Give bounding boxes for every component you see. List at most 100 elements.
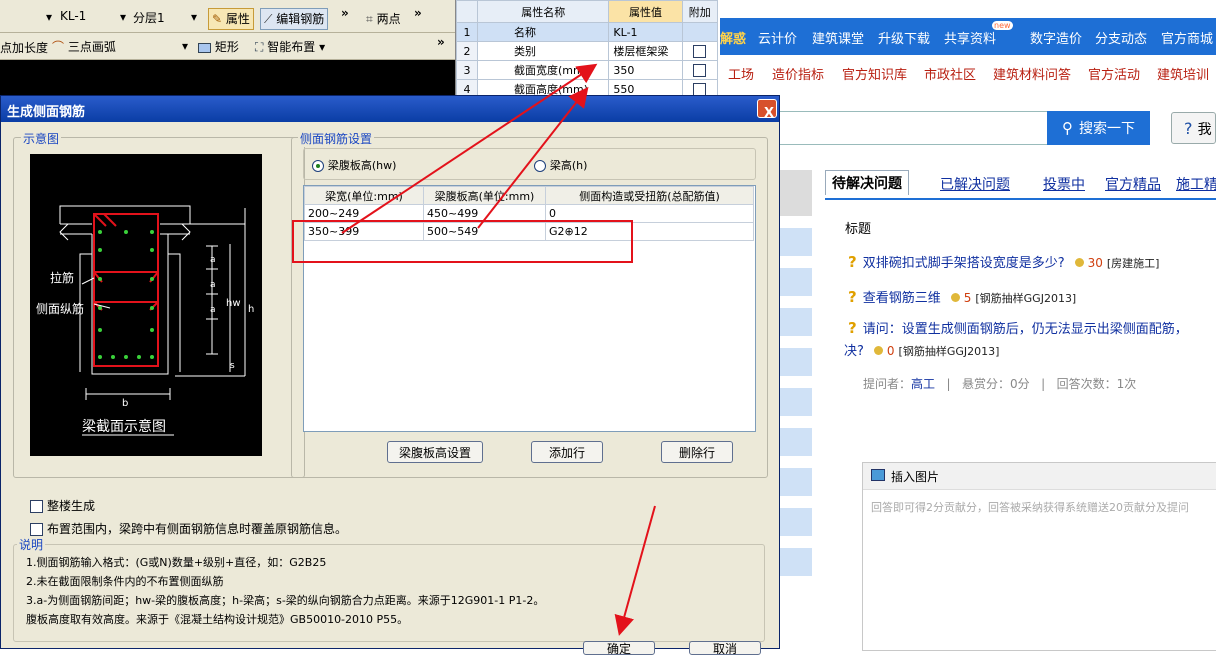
cancel-button[interactable]: 取消 bbox=[689, 641, 761, 655]
sub-nav-link[interactable]: 工场 bbox=[728, 64, 754, 83]
three-point-arc-button[interactable]: ⌒ 三点画弧 bbox=[52, 38, 116, 55]
element-select[interactable]: KL-1 bbox=[60, 9, 86, 23]
property-table: 属性名称 属性值 附加 1 名称 KL-1 2 类别 楼层框架梁 3 截面宽度(… bbox=[455, 0, 721, 100]
more-tools-button-3[interactable]: » bbox=[437, 35, 445, 49]
insert-image-button[interactable]: 插入图片 bbox=[891, 468, 939, 485]
note-line: 1.侧面钢筋输入格式：(G或N)数量+级别+直径，如：G2B25 bbox=[26, 556, 327, 569]
close-button[interactable]: X bbox=[757, 99, 777, 121]
bulb-icon: ? bbox=[848, 288, 857, 306]
tab-official[interactable]: 官方精品 bbox=[1105, 174, 1161, 194]
checkbox-box[interactable] bbox=[30, 500, 43, 513]
table-row[interactable]: 3 截面宽度(mm) 350 bbox=[456, 60, 719, 80]
nav-link[interactable]: 官方商城 bbox=[1161, 28, 1213, 47]
web-height-settings-button[interactable]: 梁腹板高设置 bbox=[387, 441, 483, 463]
ok-button[interactable]: 确定 bbox=[583, 641, 655, 655]
side-block bbox=[780, 388, 812, 416]
notes-group: 1.侧面钢筋输入格式：(G或N)数量+级别+直径，如：G2B25 2.未在截面限… bbox=[13, 544, 765, 642]
toolbar-row-1: ▾ KL-1 ▾ 分层1 ▾ ✎ 属性 ⟋ 编辑钢筋 » ⌗ 两点 » bbox=[0, 0, 455, 33]
sub-nav-link[interactable]: 市政社区 bbox=[924, 64, 976, 83]
dropdown-arrow-icon: ▾ bbox=[46, 10, 53, 24]
ask-button[interactable]: ? 我 bbox=[1171, 112, 1216, 144]
note-line: 2.未在截面限制条件内的不布置侧面纵筋 bbox=[26, 575, 224, 588]
sub-nav-link[interactable]: 建筑材料问答 bbox=[993, 64, 1071, 83]
side-rebar-label: 侧面纵筋 bbox=[36, 301, 84, 316]
answer-box[interactable]: 插入图片 回答即可得2分贡献分，回答被采纳获得系统赠送20贡献分及提问 bbox=[862, 462, 1216, 651]
column-header: 属性值 bbox=[608, 0, 683, 23]
search-input[interactable] bbox=[776, 111, 1047, 145]
question-item[interactable]: ? 请问：设置生成侧面钢筋后，仍无法显示出梁侧面配筋， bbox=[848, 318, 1188, 337]
coin-icon bbox=[1074, 258, 1084, 267]
sub-nav-link[interactable]: 造价指标 bbox=[772, 64, 824, 83]
sub-nav-link[interactable]: 官方活动 bbox=[1088, 64, 1140, 83]
column-header: 梁宽(单位:mm) bbox=[304, 186, 424, 205]
sub-nav-link[interactable]: 官方知识库 bbox=[842, 64, 907, 83]
delete-row-button[interactable]: 删除行 bbox=[661, 441, 733, 463]
column-header: 梁腹板高(单位:mm) bbox=[423, 186, 546, 205]
add-length-button[interactable]: 点加长度 bbox=[0, 39, 48, 56]
table-row[interactable]: 2 类别 楼层框架梁 bbox=[456, 41, 719, 61]
tab-solved[interactable]: 已解决问题 bbox=[940, 174, 1010, 194]
beam-section-diagram: 拉筋 侧面纵筋 a a a s hw h b 梁截面示意图 bbox=[30, 154, 262, 456]
nav-link[interactable]: 分支动态 bbox=[1095, 28, 1147, 47]
height-mode-radio-group: 梁腹板高(hw) 梁高(h) bbox=[303, 148, 756, 180]
attach-checkbox[interactable] bbox=[693, 44, 707, 58]
nav-link[interactable]: 云计价 bbox=[758, 28, 797, 47]
tie-label: 拉筋 bbox=[50, 270, 74, 285]
dialog-title-bar[interactable]: 生成侧面钢筋 X bbox=[1, 96, 779, 122]
nav-link[interactable]: 数字造价 bbox=[1030, 28, 1082, 47]
sub-nav-link[interactable]: 建筑培训 bbox=[1157, 64, 1209, 83]
property-icon: ✎ bbox=[212, 12, 223, 26]
search-icon: ⚲ bbox=[1062, 119, 1073, 137]
question-item[interactable]: ? 双排碗扣式脚手架搭设宽度是多少? 30 [房建施工] bbox=[848, 252, 1159, 271]
question-item-cont[interactable]: 决? 0 [钢筋抽样GGJ2013] bbox=[844, 340, 999, 359]
side-block bbox=[780, 428, 812, 456]
notes-label: 说明 bbox=[17, 536, 46, 553]
answer-toolbar: 插入图片 bbox=[863, 463, 1216, 490]
s-label: s bbox=[230, 361, 235, 371]
checkbox-box[interactable] bbox=[30, 523, 43, 536]
search-button[interactable]: ⚲ 搜索一下 bbox=[1047, 111, 1150, 145]
more-tools-button-2[interactable]: » bbox=[414, 6, 422, 20]
radio-hw[interactable]: 梁腹板高(hw) bbox=[312, 157, 396, 173]
rectangle-icon bbox=[198, 42, 211, 53]
arc-icon: ⌒ bbox=[52, 40, 65, 54]
overwrite-checkbox[interactable]: 布置范围内，梁跨中有侧面钢筋信息时覆盖原钢筋信息。 bbox=[30, 520, 347, 537]
nav-link[interactable]: 升级下载 bbox=[878, 28, 930, 47]
nav-link[interactable]: 建筑课堂 bbox=[812, 28, 864, 47]
question-item[interactable]: ? 查看钢筋三维 5 [钢筋抽样GGJ2013] bbox=[848, 287, 1076, 306]
edit-rebar-icon: ⟋ bbox=[264, 12, 273, 26]
nav-link[interactable]: 解惑 bbox=[720, 28, 746, 47]
table-corner bbox=[456, 0, 478, 23]
column-header: 属性名称 bbox=[476, 0, 610, 23]
rectangle-button[interactable]: 矩形 bbox=[198, 38, 239, 55]
a-label: a bbox=[210, 255, 216, 265]
note-line: 3.a-为侧面钢筋间距；hw-梁的腹板高度；h-梁高；s-梁的纵向钢筋合力点距离… bbox=[26, 594, 545, 607]
add-row-button[interactable]: 添加行 bbox=[531, 441, 603, 463]
web-page: 解惑 云计价 建筑课堂 升级下载 共享资料 new 数字造价 分支动态 官方商城… bbox=[720, 0, 1216, 651]
tab-pending[interactable]: 待解决问题 bbox=[825, 170, 909, 195]
dropdown-arrow-icon: ▾ bbox=[120, 10, 127, 24]
tab-construction[interactable]: 施工精品 bbox=[1176, 174, 1216, 194]
property-button[interactable]: ✎ 属性 bbox=[208, 8, 254, 30]
edit-rebar-button[interactable]: ⟋ 编辑钢筋 bbox=[260, 8, 329, 30]
two-point-icon: ⌗ bbox=[366, 12, 373, 26]
nav-link[interactable]: 共享资料 bbox=[944, 28, 996, 47]
a-label: a bbox=[210, 305, 216, 315]
smart-layout-button[interactable]: ⛶ 智能布置 ▾ bbox=[255, 38, 325, 55]
floor-select[interactable]: 分层1 bbox=[133, 9, 165, 26]
attach-checkbox[interactable] bbox=[693, 82, 707, 96]
column-header: 侧面构造或受扭筋(总配筋值) bbox=[545, 186, 754, 205]
two-point-button[interactable]: ⌗ 两点 bbox=[366, 10, 401, 27]
whole-floor-checkbox[interactable]: 整楼生成 bbox=[30, 497, 95, 514]
radio-unselected-icon bbox=[534, 159, 546, 172]
more-tools-button[interactable]: » bbox=[341, 6, 349, 20]
coin-icon bbox=[873, 346, 883, 355]
radio-h[interactable]: 梁高(h) bbox=[534, 157, 587, 173]
side-block bbox=[780, 228, 812, 256]
attach-checkbox[interactable] bbox=[693, 63, 707, 77]
dropdown-arrow-icon: ▾ bbox=[182, 39, 189, 53]
generate-side-rebar-dialog: 生成侧面钢筋 X 示意图 拉筋 侧面纵筋 a a a s hw h b 梁截面示… bbox=[0, 95, 780, 655]
radio-selected-icon bbox=[312, 159, 324, 172]
tab-voting[interactable]: 投票中 bbox=[1043, 174, 1085, 194]
table-row[interactable]: 1 名称 KL-1 bbox=[456, 22, 719, 42]
